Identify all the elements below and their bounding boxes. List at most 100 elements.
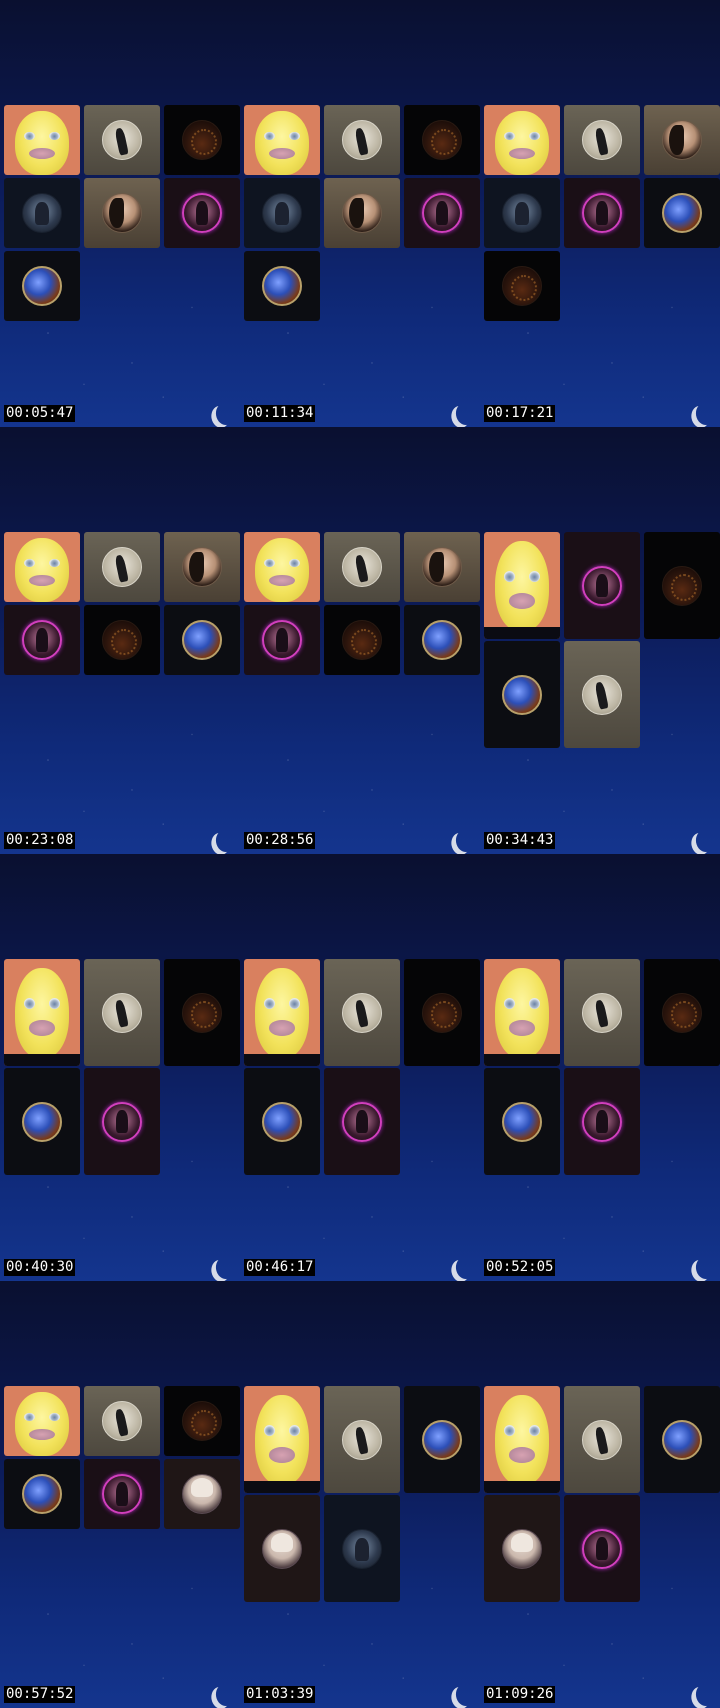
participant-tile[interactable] <box>324 959 400 1066</box>
participant-tile[interactable] <box>324 178 400 248</box>
crescent-moon-icon <box>454 1683 476 1708</box>
participant-tile[interactable] <box>84 605 160 675</box>
participant-tile[interactable] <box>244 1386 320 1493</box>
participant-tile[interactable] <box>564 178 640 248</box>
participant-tile[interactable] <box>244 1495 320 1602</box>
participant-tile[interactable] <box>164 959 240 1066</box>
timestamp-label: 01:03:39 <box>244 1686 316 1703</box>
participant-tile[interactable] <box>484 251 560 321</box>
participant-tile[interactable] <box>484 532 560 639</box>
participant-tile[interactable] <box>4 605 80 675</box>
participant-tile[interactable] <box>244 105 320 175</box>
participant-tile[interactable] <box>404 105 480 175</box>
participant-tile[interactable] <box>324 1068 400 1175</box>
participant-tile[interactable] <box>484 959 560 1066</box>
participant-tile[interactable] <box>244 532 320 602</box>
participant-tile[interactable] <box>244 959 320 1066</box>
participant-tile[interactable] <box>484 641 560 748</box>
participant-tile[interactable] <box>84 959 160 1066</box>
participant-tile[interactable] <box>84 1459 160 1529</box>
dark-hair-girl-avatar <box>182 547 222 587</box>
dark-arch-avatar <box>502 266 542 306</box>
neon-ring-avatar <box>342 1101 382 1142</box>
timestamp-label: 00:52:05 <box>484 1259 556 1276</box>
fire-ice-globe-avatar <box>422 1419 462 1460</box>
participant-tile[interactable] <box>564 641 640 748</box>
participant-tile[interactable] <box>164 178 240 248</box>
participant-tile[interactable] <box>404 178 480 248</box>
participant-tile[interactable] <box>84 532 160 602</box>
participant-tile[interactable] <box>4 959 80 1066</box>
participant-tile[interactable] <box>324 105 400 175</box>
participant-tile[interactable] <box>484 105 560 175</box>
participant-tile[interactable] <box>4 1068 80 1175</box>
dark-arch-avatar <box>342 620 382 660</box>
participant-tile[interactable] <box>84 178 160 248</box>
participant-tile[interactable] <box>324 1386 400 1493</box>
participant-tile[interactable] <box>4 1386 80 1456</box>
participant-tile[interactable] <box>484 1068 560 1175</box>
participant-tile[interactable] <box>644 1386 720 1493</box>
fire-ice-globe-avatar <box>22 266 62 306</box>
fire-ice-globe-avatar <box>502 1101 542 1142</box>
participant-tile[interactable] <box>4 532 80 602</box>
participant-tile[interactable] <box>404 605 480 675</box>
hoodie-person-avatar <box>102 1401 142 1441</box>
participant-tile[interactable] <box>564 1068 640 1175</box>
participant-tile[interactable] <box>84 1068 160 1175</box>
participant-tile[interactable] <box>4 178 80 248</box>
participant-tile[interactable] <box>324 532 400 602</box>
participant-tile[interactable] <box>164 1459 240 1529</box>
participant-tile[interactable] <box>324 605 400 675</box>
participant-tile[interactable] <box>484 178 560 248</box>
participant-tile[interactable] <box>164 105 240 175</box>
video-frame-cell: 01:03:39 <box>240 1281 480 1708</box>
participant-tile[interactable] <box>244 605 320 675</box>
lemon-face-avatar <box>15 110 69 175</box>
participant-tile[interactable] <box>564 1495 640 1602</box>
participant-tile[interactable] <box>404 959 480 1066</box>
video-frame-cell: 00:17:21 <box>480 0 720 427</box>
participant-tile[interactable] <box>324 1495 400 1602</box>
crescent-moon-icon <box>214 402 236 427</box>
participant-tile[interactable] <box>4 1459 80 1529</box>
participant-tile[interactable] <box>564 532 640 639</box>
fire-ice-globe-avatar <box>662 1419 702 1460</box>
participant-tile[interactable] <box>564 1386 640 1493</box>
dark-hair-girl-avatar <box>422 547 462 587</box>
hoodie-person-avatar <box>342 992 382 1033</box>
participant-tile[interactable] <box>84 1386 160 1456</box>
participant-tile[interactable] <box>244 178 320 248</box>
participant-tile[interactable] <box>644 178 720 248</box>
timestamp-label: 00:17:21 <box>484 405 556 422</box>
participant-tile[interactable] <box>404 532 480 602</box>
lemon-face-avatar <box>15 1391 69 1456</box>
fire-ice-globe-avatar <box>262 1101 302 1142</box>
timestamp-label: 00:23:08 <box>4 832 76 849</box>
participant-tile[interactable] <box>164 605 240 675</box>
participant-tile[interactable] <box>644 532 720 639</box>
participant-tile[interactable] <box>244 251 320 321</box>
participant-tile[interactable] <box>244 1068 320 1175</box>
participant-tile[interactable] <box>644 959 720 1066</box>
participant-tile[interactable] <box>564 105 640 175</box>
timestamp-label: 00:40:30 <box>4 1259 76 1276</box>
participant-tile[interactable] <box>564 959 640 1066</box>
crescent-moon-icon <box>454 402 476 427</box>
timestamp-label: 00:57:52 <box>4 1686 76 1703</box>
crescent-moon-icon <box>454 829 476 854</box>
neon-ring-avatar <box>262 620 302 660</box>
participant-tile[interactable] <box>164 532 240 602</box>
participant-tile[interactable] <box>84 105 160 175</box>
dark-arch-avatar <box>102 620 142 660</box>
participant-tile[interactable] <box>4 105 80 175</box>
participant-tile[interactable] <box>484 1386 560 1493</box>
fire-ice-globe-avatar <box>182 620 222 660</box>
participant-tile[interactable] <box>404 1386 480 1493</box>
participant-tile[interactable] <box>4 251 80 321</box>
hoodie-person-avatar <box>102 120 142 160</box>
participant-tile[interactable] <box>164 1386 240 1456</box>
participant-tile[interactable] <box>644 105 720 175</box>
fire-ice-globe-avatar <box>22 1474 62 1514</box>
participant-tile[interactable] <box>484 1495 560 1602</box>
